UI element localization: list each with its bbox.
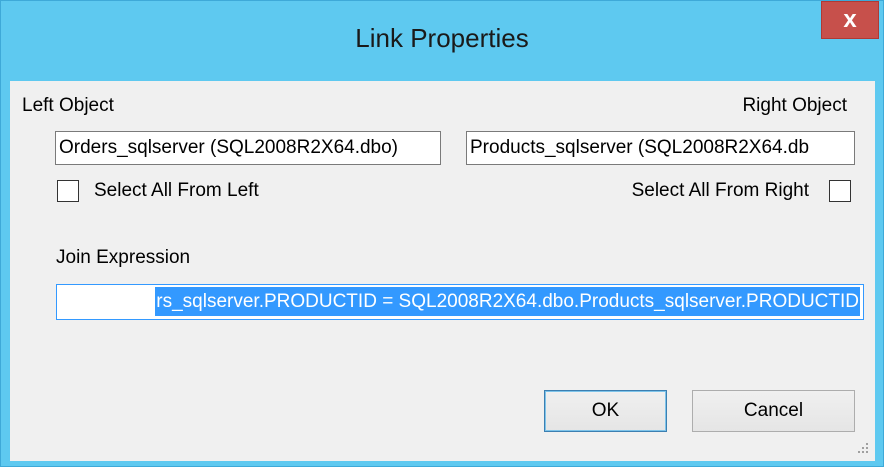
right-object-field[interactable]: Products_sqlserver (SQL2008R2X64.db (466, 131, 855, 165)
ok-button[interactable]: OK (544, 390, 667, 432)
title-bar[interactable]: Link Properties x (1, 1, 883, 81)
resize-grip-icon[interactable] (857, 443, 869, 455)
dialog-body: Left Object Right Object Orders_sqlserve… (10, 81, 875, 461)
select-all-right-label: Select All From Right (631, 180, 809, 201)
close-icon: x (843, 6, 857, 33)
select-all-left-checkbox[interactable] (57, 180, 79, 202)
join-expression-field[interactable]: rs_sqlserver.PRODUCTID = SQL2008R2X64.db… (56, 284, 864, 320)
dialog-title: Link Properties (355, 23, 529, 53)
left-object-field[interactable]: Orders_sqlserver (SQL2008R2X64.dbo) (55, 131, 441, 165)
link-properties-dialog: Link Properties x Left Object Right Obje… (0, 0, 884, 467)
left-object-label: Left Object (22, 95, 114, 116)
select-all-left-label: Select All From Left (94, 180, 259, 201)
cancel-button[interactable]: Cancel (692, 390, 855, 432)
select-all-right-checkbox[interactable] (829, 180, 851, 202)
close-button[interactable]: x (821, 1, 879, 39)
join-expression-text: rs_sqlserver.PRODUCTID = SQL2008R2X64.db… (155, 287, 860, 316)
join-expression-label: Join Expression (56, 247, 191, 268)
right-object-label: Right Object (742, 95, 847, 116)
